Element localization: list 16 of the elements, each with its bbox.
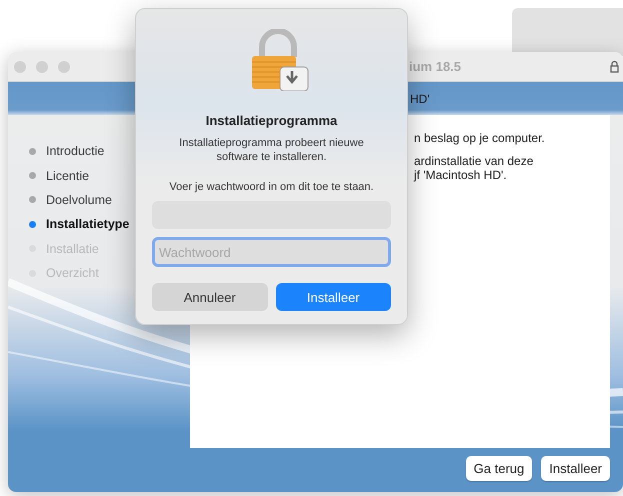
back-button[interactable]: Ga terug [466,456,532,481]
window-title: ium 18.5 [409,59,462,74]
zoom-button[interactable] [58,60,70,72]
dialog-title: Installatieprogramma [206,113,338,128]
content-text: n beslag op je computer. [414,131,546,145]
password-field[interactable]: Wachtwoord [152,237,391,267]
cancel-button[interactable]: Annuleer [152,283,268,311]
install-button[interactable]: Installeer [276,283,391,311]
dialog-prompt: Voer je wachtwoord in om dit toe te staan. [169,181,374,193]
dialog-message: Installatieprogramma probeert nieuwe software te installeren. [178,136,365,164]
install-button[interactable]: Installeer [541,456,610,481]
content-text: ardinstallatie van deze jf 'Macintosh HD'. [414,154,534,182]
close-button[interactable] [14,60,26,72]
minimize-button[interactable] [36,60,48,72]
page-header: HD' [410,92,430,106]
lock-icon [610,60,619,73]
